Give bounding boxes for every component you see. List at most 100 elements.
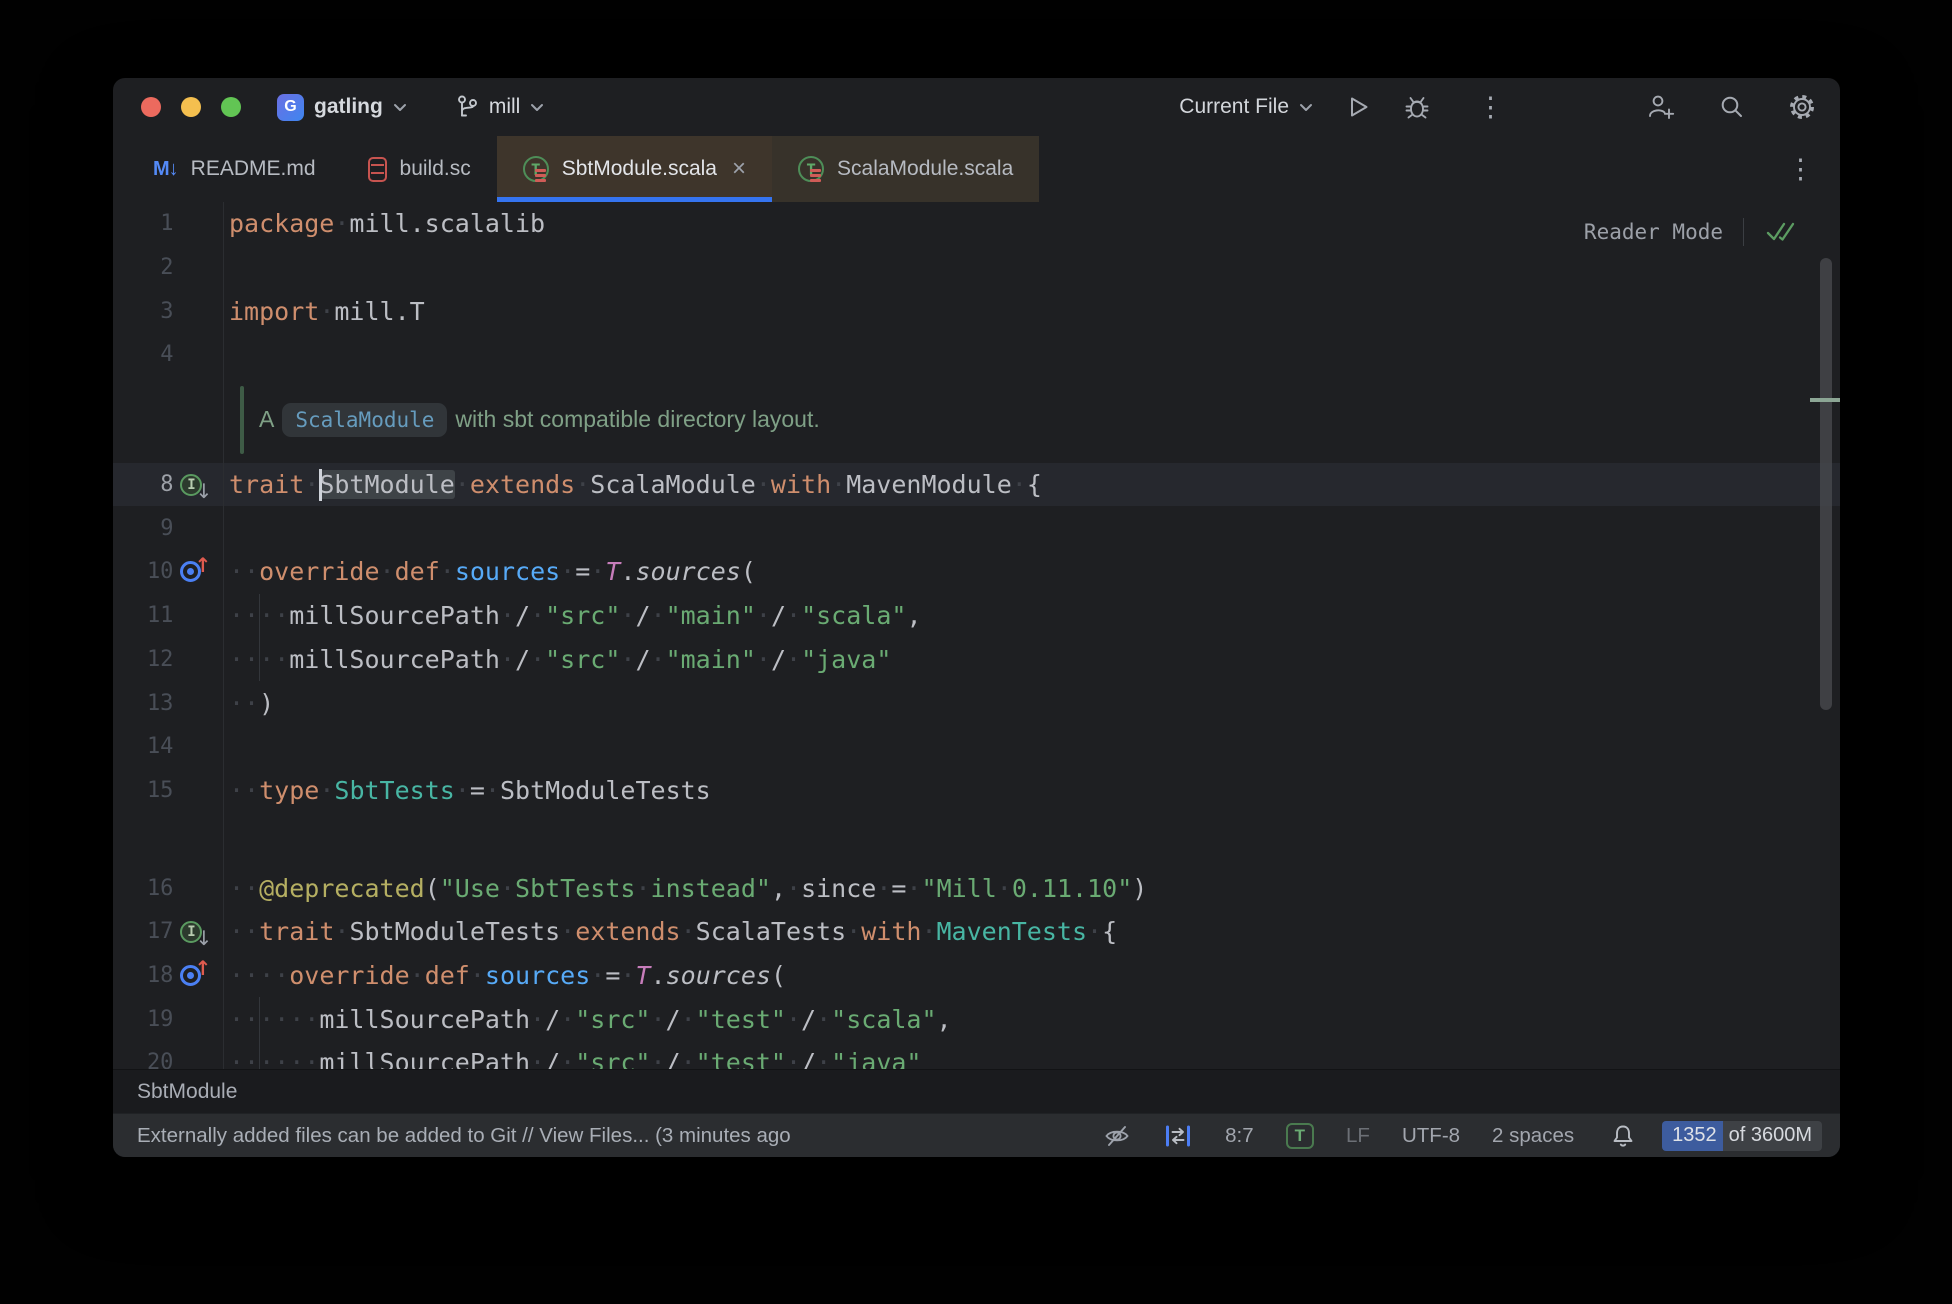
notifications-bell-icon[interactable] — [1610, 1122, 1636, 1150]
vertical-scrollbar[interactable] — [1820, 258, 1832, 710]
close-window-button[interactable] — [141, 97, 161, 117]
line-number[interactable]: 4 — [127, 342, 173, 367]
highlighting-off-eye-icon[interactable] — [1103, 1122, 1131, 1150]
project-widget[interactable]: G gatling — [277, 93, 407, 121]
code-line[interactable] — [223, 506, 1840, 550]
indent-guide — [259, 997, 261, 1041]
editor-pane[interactable]: 1 package ·mill.scalalib 2 3 import ·mill.T 4 A S… — [113, 202, 1840, 1069]
code-line[interactable] — [223, 725, 1840, 769]
memory-indicator[interactable]: 1352 of 3600M — [1662, 1120, 1822, 1151]
rendered-doc-comment: A ScalaModule with sbt compatible director… — [113, 377, 1840, 463]
settings-gear-icon[interactable] — [1788, 93, 1816, 121]
sync-columns-icon[interactable] — [1163, 1121, 1193, 1151]
code-line[interactable]: ······millSourcePath·/· "src" ·/· "test" ·/·… — [223, 1041, 1840, 1069]
code-line[interactable] — [223, 246, 1840, 290]
line-number[interactable]: 17 — [127, 919, 174, 944]
line-number[interactable]: 2 — [127, 255, 173, 280]
minimize-window-button[interactable] — [181, 97, 201, 117]
line-number[interactable]: 12 — [127, 647, 174, 672]
code-line[interactable]: trait · SbtModule ·extends ·ScalaModule ·with… — [223, 463, 1840, 507]
code-line[interactable]: ······millSourcePath·/· "src" ·/· "test" ·/·… — [223, 997, 1840, 1041]
tab-build-sc[interactable]: build.sc — [342, 136, 497, 202]
gutter: 1 — [113, 202, 223, 246]
line-number[interactable]: 10 — [127, 559, 174, 584]
code-token: sources — [635, 557, 741, 587]
code-line[interactable]: ····millSourcePath·/· "src" ·/· "main" ·/· "s… — [223, 593, 1840, 638]
more-actions-kebab-icon[interactable]: ⋮ — [1477, 93, 1504, 121]
line-number[interactable]: 16 — [127, 876, 174, 901]
line-number[interactable]: 9 — [127, 516, 173, 541]
run-configuration-selector[interactable]: Current File — [1179, 95, 1313, 119]
gutter: 16 — [113, 866, 223, 910]
debug-button[interactable] — [1403, 93, 1431, 121]
code-token: ·/· — [620, 644, 666, 674]
line-number[interactable]: 1 — [127, 211, 173, 236]
vim-mode-badge[interactable]: T — [1285, 1122, 1315, 1149]
code-line[interactable]: ··@deprecated("Use·SbtTests·instead" ,·si… — [223, 866, 1840, 910]
tab-options-kebab-icon[interactable]: ⋮ — [1787, 155, 1814, 183]
code-with-me-add-user-icon[interactable] — [1646, 93, 1676, 121]
code-line[interactable]: ··type ·SbtTests ·=·SbtModuleTests — [223, 769, 1840, 813]
code-token: ·mill.scalalib — [334, 209, 546, 239]
doc-comment-bar — [240, 385, 244, 454]
gutter: 14 — [113, 725, 223, 769]
inspections-ok-check-icon[interactable] — [1764, 219, 1798, 245]
tab-sbtmodule-scala[interactable]: T SbtModule.scala × — [496, 136, 773, 202]
line-number[interactable]: 15 — [127, 778, 174, 803]
code-token: ·/· — [755, 601, 802, 631]
code-token: "java" — [831, 1048, 922, 1069]
code-token: trait — [229, 470, 305, 500]
search-everywhere-icon[interactable] — [1718, 93, 1746, 121]
indent-guide — [259, 637, 261, 682]
doc-code-chip[interactable]: ScalaModule — [282, 402, 448, 437]
encoding-widget[interactable]: UTF-8 — [1402, 1124, 1460, 1148]
gutter: 12 — [113, 638, 223, 682]
line-number[interactable]: 11 — [127, 603, 174, 628]
line-number[interactable]: 3 — [127, 299, 173, 324]
line-separator-widget[interactable]: LF — [1346, 1124, 1370, 1148]
tab-scalamodule-scala[interactable]: T ScalaModule.scala — [772, 136, 1040, 202]
code-token: ·extends — [560, 917, 681, 947]
code-token: ·/· — [785, 1004, 832, 1034]
code-token: ·def — [379, 557, 440, 587]
code-line[interactable]: ····override ·def ·sources ·=· T. sources( — [223, 954, 1840, 998]
code-token: ·mill.T — [319, 296, 425, 326]
code-line[interactable]: ··override ·def ·sources ·=· T. sources( — [223, 550, 1840, 594]
line-number[interactable]: 20 — [127, 1050, 174, 1069]
close-tab-icon[interactable]: × — [732, 157, 746, 181]
code-token: sources — [665, 960, 771, 990]
gutter: 4 — [113, 333, 223, 377]
code-token: , — [906, 601, 922, 631]
code-row: 1 package ·mill.scalalib — [113, 202, 1840, 246]
line-number[interactable]: 19 — [127, 1007, 174, 1032]
vcs-branch-widget[interactable]: mill — [455, 94, 545, 120]
code-token: ····millSourcePath·/· — [229, 644, 546, 674]
doc-text: with sbt compatible directory layout. — [455, 406, 820, 433]
breadcrumb-item[interactable]: SbtModule — [137, 1080, 237, 1104]
code-line[interactable]: import ·mill.T — [223, 289, 1840, 333]
overrides-gutter-icon[interactable] — [180, 964, 202, 986]
indent-widget[interactable]: 2 spaces — [1492, 1124, 1574, 1148]
code-line[interactable]: ··trait ·SbtModuleTests ·extends ·ScalaTest… — [223, 910, 1840, 954]
line-number[interactable]: 18 — [127, 963, 174, 988]
indent-guide — [259, 1041, 261, 1069]
caret-position-widget[interactable]: 8:7 — [1225, 1124, 1254, 1148]
reader-mode-widget[interactable]: Reader Mode — [1584, 218, 1798, 246]
code-line[interactable]: ··) — [223, 681, 1840, 725]
overrides-gutter-icon[interactable] — [180, 561, 202, 583]
code-line[interactable]: ····millSourcePath·/· "src" ·/· "main" ·/· "j… — [223, 637, 1840, 682]
line-number[interactable]: 13 — [127, 691, 174, 716]
code-token: ·def — [409, 960, 470, 990]
status-message[interactable]: Externally added files can be added to G… — [137, 1124, 1083, 1148]
tab-readme-md[interactable]: M↓ README.md — [127, 136, 342, 202]
code-token: ·sources — [469, 960, 591, 990]
run-button[interactable] — [1345, 94, 1371, 120]
code-token: ·/· — [755, 644, 802, 674]
zoom-window-button[interactable] — [221, 97, 241, 117]
code-token: ·SbtModuleTests — [334, 917, 561, 947]
line-number[interactable]: 8 — [127, 472, 173, 497]
tab-label: SbtModule.scala — [561, 157, 717, 180]
line-number[interactable]: 14 — [127, 734, 174, 759]
code-line[interactable] — [223, 333, 1840, 377]
code-token: ·/· — [650, 1004, 696, 1034]
